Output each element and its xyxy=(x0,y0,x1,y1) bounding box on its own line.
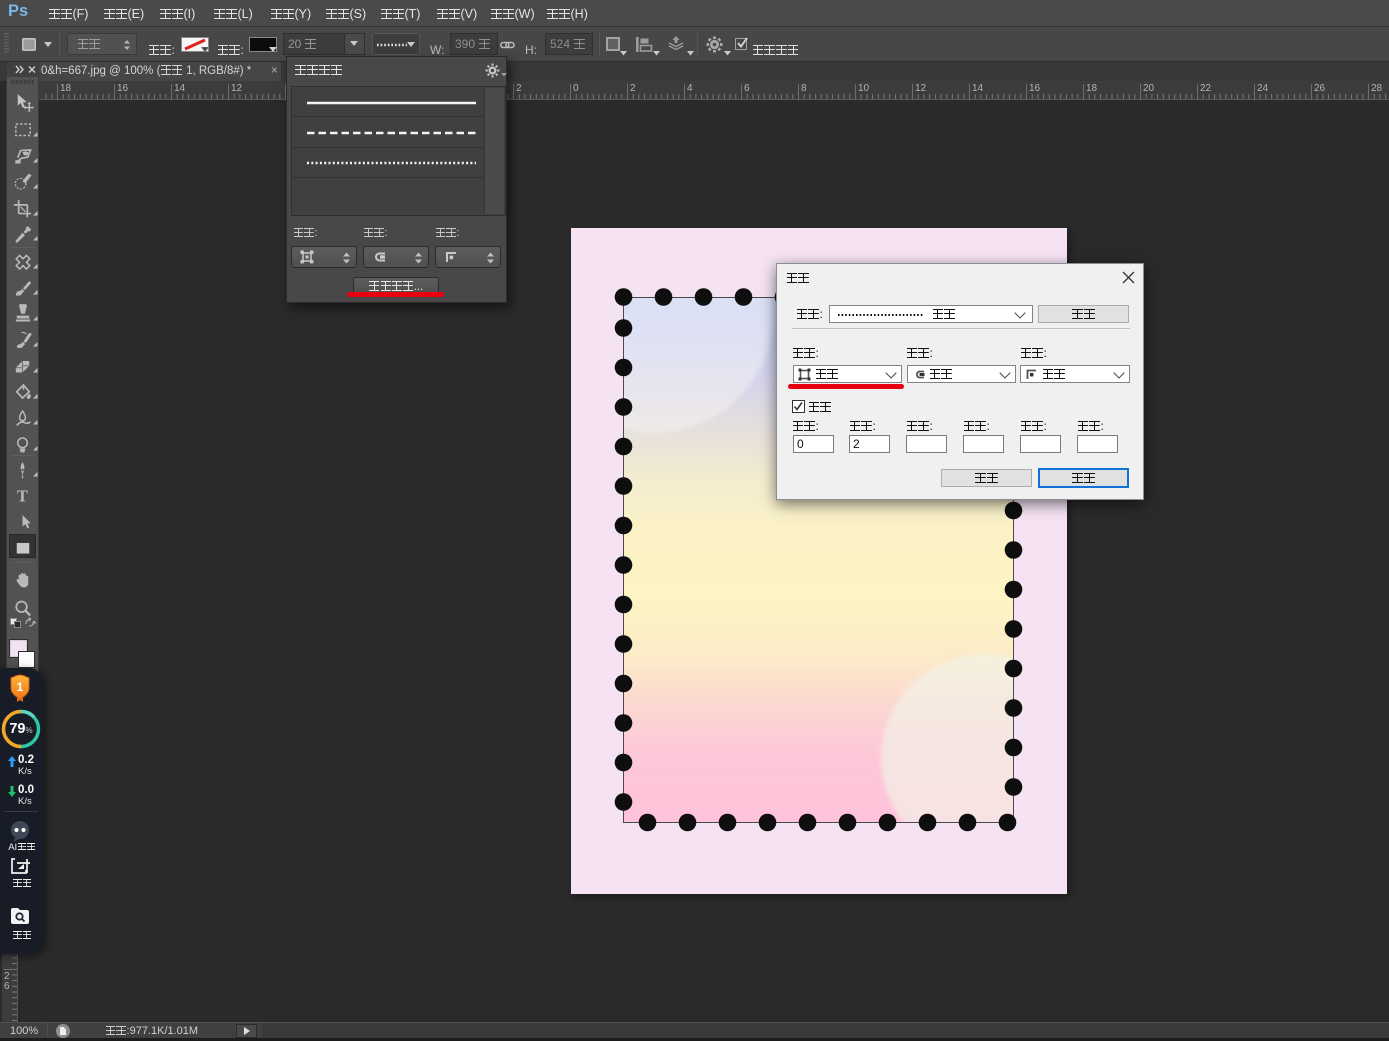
svg-text:T: T xyxy=(17,487,28,506)
svg-text:1: 1 xyxy=(17,680,24,694)
